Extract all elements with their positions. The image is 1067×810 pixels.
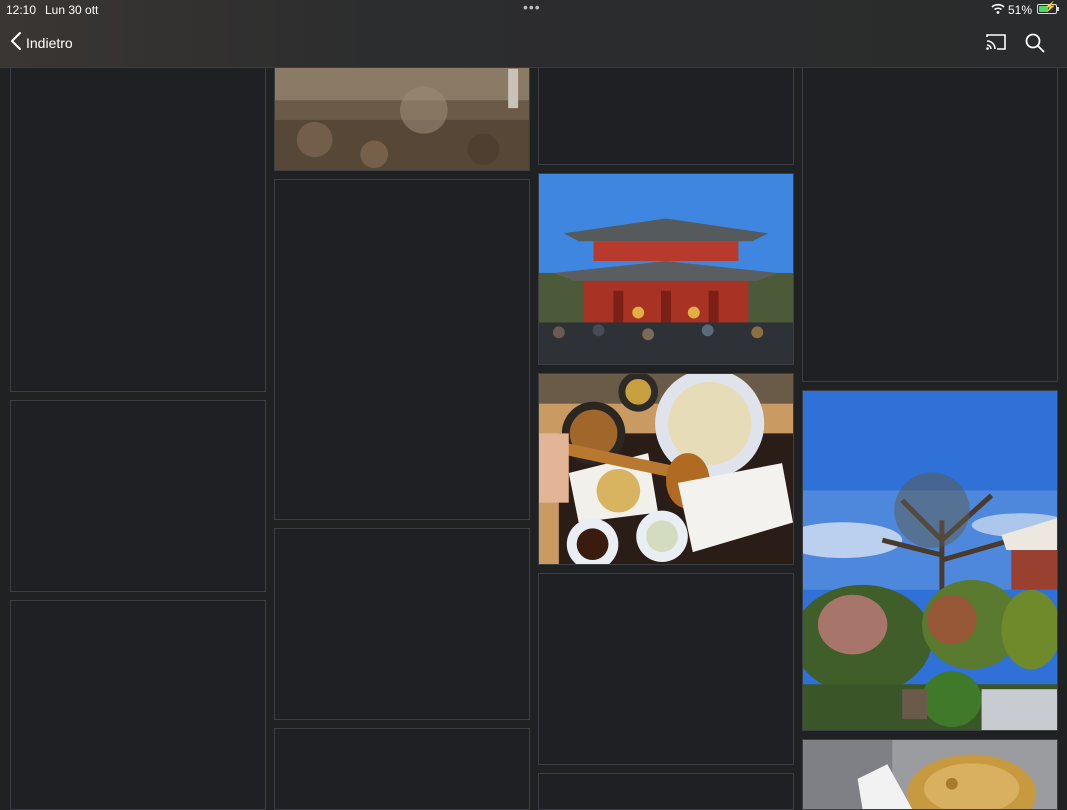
- photo-leaves[interactable]: [274, 60, 530, 171]
- photo-placeholder[interactable]: [274, 179, 530, 520]
- chevron-left-icon: [10, 31, 22, 56]
- photo-placeholder[interactable]: [10, 400, 266, 592]
- cast-icon: [985, 34, 1007, 55]
- photo-placeholder[interactable]: [10, 600, 266, 810]
- battery-icon: ⚡: [1037, 2, 1059, 14]
- search-icon: [1025, 33, 1045, 57]
- photo-temple-gate[interactable]: [538, 173, 794, 365]
- photo-placeholder[interactable]: [538, 573, 794, 765]
- cast-button[interactable]: [985, 33, 1007, 56]
- photo-udon-meal[interactable]: [538, 373, 794, 565]
- search-button[interactable]: [1025, 33, 1045, 58]
- photo-grid: [0, 0, 1067, 810]
- photo-garden-tree[interactable]: [802, 390, 1058, 731]
- status-bar: 12:10 Lun 30 ott ••• 51% ⚡: [0, 0, 1067, 20]
- status-time: 12:10: [6, 3, 37, 17]
- photo-taiyaki[interactable]: [802, 739, 1058, 810]
- back-button[interactable]: Indietro: [10, 31, 73, 56]
- photo-placeholder[interactable]: [802, 60, 1058, 382]
- wifi-icon: [991, 3, 1005, 17]
- photo-placeholder[interactable]: [538, 60, 794, 165]
- status-date: Lun 30 ott: [45, 3, 99, 17]
- photo-placeholder[interactable]: [274, 728, 530, 810]
- photo-placeholder[interactable]: [274, 528, 530, 720]
- photo-placeholder[interactable]: [10, 60, 266, 392]
- multitasking-dots-icon[interactable]: •••: [523, 0, 541, 15]
- back-label: Indietro: [26, 35, 73, 51]
- photo-placeholder[interactable]: [538, 773, 794, 810]
- battery-percentage: 51%: [1008, 3, 1033, 17]
